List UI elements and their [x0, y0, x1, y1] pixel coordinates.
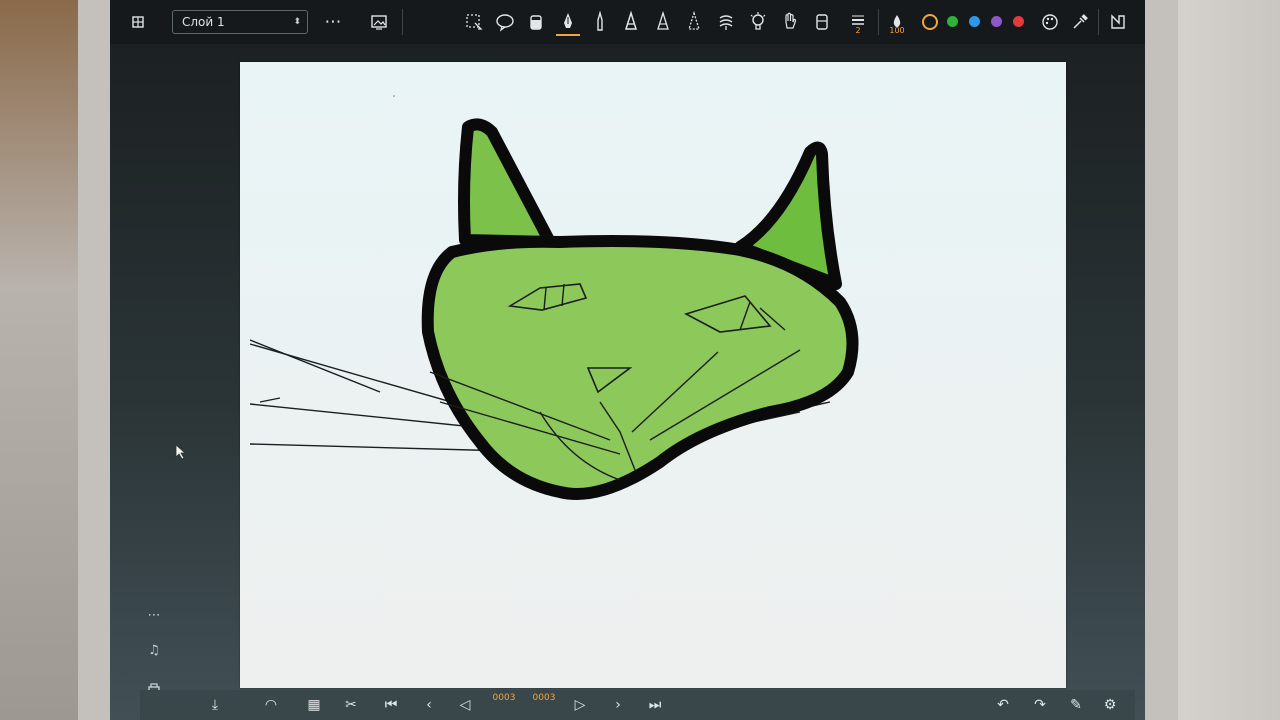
swatch-blue[interactable]	[969, 16, 980, 27]
swatch-purple[interactable]	[991, 16, 1002, 27]
music-note-icon[interactable]: ♫	[143, 641, 165, 661]
cat-head	[421, 235, 859, 500]
eyedropper-icon[interactable]	[1068, 10, 1092, 34]
first-frame-icon[interactable]: ⏮	[380, 694, 402, 716]
next-icon[interactable]: ›	[607, 694, 629, 716]
canvas-speck	[393, 95, 395, 97]
redo-icon[interactable]: ↷	[1029, 694, 1051, 716]
swatch-green[interactable]	[947, 16, 958, 27]
brush-size-value: 2	[855, 26, 861, 35]
chevron-up-down-icon: ⬍	[293, 17, 301, 27]
grid-icon[interactable]	[126, 10, 150, 34]
undo-icon[interactable]: ↶	[992, 694, 1014, 716]
lasso-select-icon[interactable]	[462, 10, 486, 34]
toolbar-divider	[402, 9, 403, 35]
opacity-value: 100	[889, 26, 905, 35]
cat-drawing	[249, 95, 859, 500]
top-toolbar: Слой 1 ⬍ ⋯ 2 100	[110, 0, 1145, 44]
mouse-cursor-icon	[175, 444, 187, 460]
more-icon[interactable]: ⋯	[321, 10, 345, 34]
timeline-bar: ⤓ ◠ ▦ ✂ ⏮ ‹ ◁ 0003 0003 ▷ › ⏭ ↶ ↷ ✎ ⚙	[140, 690, 1135, 720]
toolbar-divider	[878, 9, 879, 35]
transform-icon[interactable]	[1106, 10, 1130, 34]
more-icon[interactable]: ⋯	[143, 606, 165, 626]
airbrush-icon[interactable]	[682, 10, 706, 34]
pen-icon[interactable]	[556, 10, 580, 36]
color-ring-icon[interactable]	[918, 10, 942, 34]
add-frame-icon[interactable]: ⤓	[204, 694, 226, 716]
prev-frame-icon[interactable]: ‹	[418, 694, 440, 716]
frame-current: 0003	[492, 693, 516, 703]
palette-icon[interactable]	[1038, 10, 1062, 34]
eraser-icon[interactable]	[810, 10, 834, 34]
last-frame-icon[interactable]: ⏭	[644, 694, 666, 716]
cat-ear-left	[458, 118, 556, 248]
pencil-icon[interactable]	[588, 10, 612, 34]
layer-select[interactable]: Слой 1 ⬍	[172, 10, 308, 34]
smudge-icon[interactable]	[714, 10, 738, 34]
bulb-icon[interactable]	[746, 10, 770, 34]
speech-bubble-icon[interactable]	[493, 10, 517, 34]
layer-select-value: Слой 1	[182, 15, 225, 29]
hand-icon[interactable]	[778, 10, 802, 34]
gallery-icon[interactable]	[367, 10, 391, 34]
cut-icon[interactable]: ✂	[340, 694, 362, 716]
fill-bucket-icon[interactable]	[524, 10, 548, 34]
play-icon[interactable]: ▷	[569, 694, 591, 716]
toolbar-divider	[1098, 9, 1099, 35]
brush-icon[interactable]	[651, 10, 675, 34]
marker-icon[interactable]	[619, 10, 643, 34]
onion-icon[interactable]: ◠	[260, 694, 282, 716]
swatch-red[interactable]	[1013, 16, 1024, 27]
drawing-canvas[interactable]	[240, 62, 1066, 688]
frame-total: 0003	[532, 693, 556, 703]
pen-mode-icon[interactable]: ✎	[1065, 694, 1087, 716]
prev-icon[interactable]: ◁	[454, 694, 476, 716]
frames-icon[interactable]: ▦	[303, 694, 325, 716]
settings-icon[interactable]: ⚙	[1099, 694, 1121, 716]
